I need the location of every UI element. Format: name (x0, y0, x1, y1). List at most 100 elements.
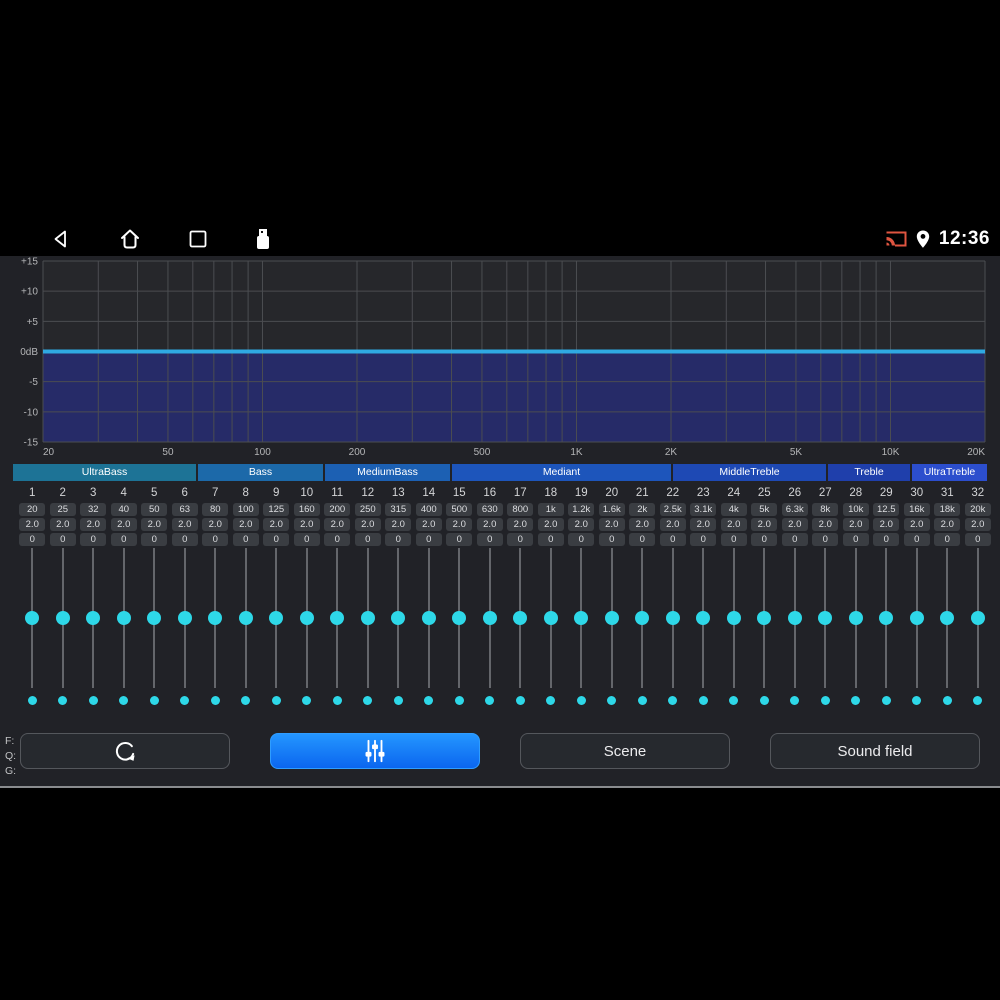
band-gain-value: 0 (812, 533, 839, 546)
slider-knob[interactable] (269, 611, 284, 625)
band-gain-value: 0 (903, 533, 930, 546)
band-slider-23[interactable] (688, 548, 719, 710)
band-slider-31[interactable] (932, 548, 963, 710)
slider-knob[interactable] (391, 611, 406, 625)
band-slider-27[interactable] (810, 548, 841, 710)
band-slider-29[interactable] (871, 548, 902, 710)
recents-icon[interactable] (188, 229, 208, 249)
slider-knob[interactable] (177, 611, 192, 625)
slider-knob[interactable] (208, 611, 223, 625)
band-slider-5[interactable] (139, 548, 170, 710)
head-unit-screen: 12:36 +15 +10 +5 0dB -5 -10 -15 20 50 100 200 500 1K… (0, 222, 1000, 788)
slider-knob[interactable] (86, 611, 101, 625)
band-slider-18[interactable] (536, 548, 567, 710)
slider-knob[interactable] (25, 611, 40, 625)
slider-knob[interactable] (940, 611, 955, 625)
band-slider-28[interactable] (841, 548, 872, 710)
band-column-19: 19 1.2k 2.0 0 (566, 486, 597, 546)
band-slider-12[interactable] (353, 548, 384, 710)
slider-knob[interactable] (879, 611, 894, 625)
slider-knob[interactable] (574, 611, 589, 625)
band-gain-value: 0 (842, 533, 869, 546)
band-column-16: 16 630 2.0 0 (475, 486, 506, 546)
band-q-value: 2.0 (903, 518, 930, 531)
slider-knob[interactable] (909, 611, 924, 625)
slider-knob[interactable] (848, 611, 863, 625)
slider-knob[interactable] (238, 611, 253, 625)
slider-knob[interactable] (665, 611, 680, 625)
slider-knob[interactable] (513, 611, 528, 625)
home-icon[interactable] (118, 227, 142, 251)
band-slider-9[interactable] (261, 548, 292, 710)
reset-button[interactable] (20, 733, 230, 769)
band-column-18: 18 1k 2.0 0 (536, 486, 567, 546)
band-q-value: 2.0 (354, 518, 381, 531)
scene-button[interactable]: Scene (520, 733, 730, 769)
band-slider-3[interactable] (78, 548, 109, 710)
band-slider-19[interactable] (566, 548, 597, 710)
band-slider-4[interactable] (109, 548, 140, 710)
band-slider-32[interactable] (963, 548, 994, 710)
slider-knob[interactable] (482, 611, 497, 625)
slider-knob[interactable] (757, 611, 772, 625)
slider-knob[interactable] (543, 611, 558, 625)
band-frequency-value: 16k (903, 503, 930, 516)
slider-knob[interactable] (787, 611, 802, 625)
band-slider-16[interactable] (475, 548, 506, 710)
slider-knob[interactable] (696, 611, 711, 625)
slider-zero-dot (973, 696, 983, 705)
slider-knob[interactable] (818, 611, 833, 625)
slider-knob[interactable] (360, 611, 375, 625)
slider-zero-dot (912, 696, 922, 705)
band-number: 20 (605, 487, 619, 499)
slider-knob[interactable] (116, 611, 131, 625)
slider-knob[interactable] (147, 611, 162, 625)
slider-knob[interactable] (421, 611, 436, 625)
svg-text:1K: 1K (570, 447, 583, 456)
slider-knob[interactable] (55, 611, 70, 625)
band-slider-15[interactable] (444, 548, 475, 710)
equalizer-button[interactable] (270, 733, 480, 769)
band-number: 27 (818, 487, 832, 499)
slider-knob[interactable] (330, 611, 345, 625)
slider-zero-dot (119, 696, 129, 705)
band-slider-24[interactable] (719, 548, 750, 710)
band-frequency-value: 50 (141, 503, 168, 516)
band-slider-13[interactable] (383, 548, 414, 710)
band-slider-6[interactable] (170, 548, 201, 710)
band-frequency-value: 10k (842, 503, 869, 516)
slider-knob[interactable] (452, 611, 467, 625)
band-frequency-value: 1k (537, 503, 564, 516)
back-icon[interactable] (50, 228, 72, 250)
slider-knob[interactable] (635, 611, 650, 625)
band-column-21: 21 2k 2.0 0 (627, 486, 658, 546)
band-gain-value: 0 (934, 533, 961, 546)
band-slider-2[interactable] (48, 548, 79, 710)
band-slider-26[interactable] (780, 548, 811, 710)
slider-knob[interactable] (970, 611, 985, 625)
band-column-11: 11 200 2.0 0 (322, 486, 353, 546)
band-column-25: 25 5k 2.0 0 (749, 486, 780, 546)
band-slider-10[interactable] (292, 548, 323, 710)
band-slider-30[interactable] (902, 548, 933, 710)
band-gain-value: 0 (720, 533, 747, 546)
slider-knob[interactable] (299, 611, 314, 625)
band-slider-7[interactable] (200, 548, 231, 710)
band-slider-22[interactable] (658, 548, 689, 710)
band-slider-8[interactable] (231, 548, 262, 710)
band-slider-11[interactable] (322, 548, 353, 710)
slider-knob[interactable] (726, 611, 741, 625)
band-slider-21[interactable] (627, 548, 658, 710)
band-q-value: 2.0 (873, 518, 900, 531)
band-slider-20[interactable] (597, 548, 628, 710)
band-slider-17[interactable] (505, 548, 536, 710)
slider-zero-dot (241, 696, 251, 705)
band-slider-1[interactable] (17, 548, 48, 710)
band-slider-14[interactable] (414, 548, 445, 710)
slider-zero-dot (515, 696, 525, 705)
band-slider-25[interactable] (749, 548, 780, 710)
sound-field-button[interactable]: Sound field (770, 733, 980, 769)
slider-knob[interactable] (604, 611, 619, 625)
band-gain-value: 0 (629, 533, 656, 546)
band-column-15: 15 500 2.0 0 (444, 486, 475, 546)
